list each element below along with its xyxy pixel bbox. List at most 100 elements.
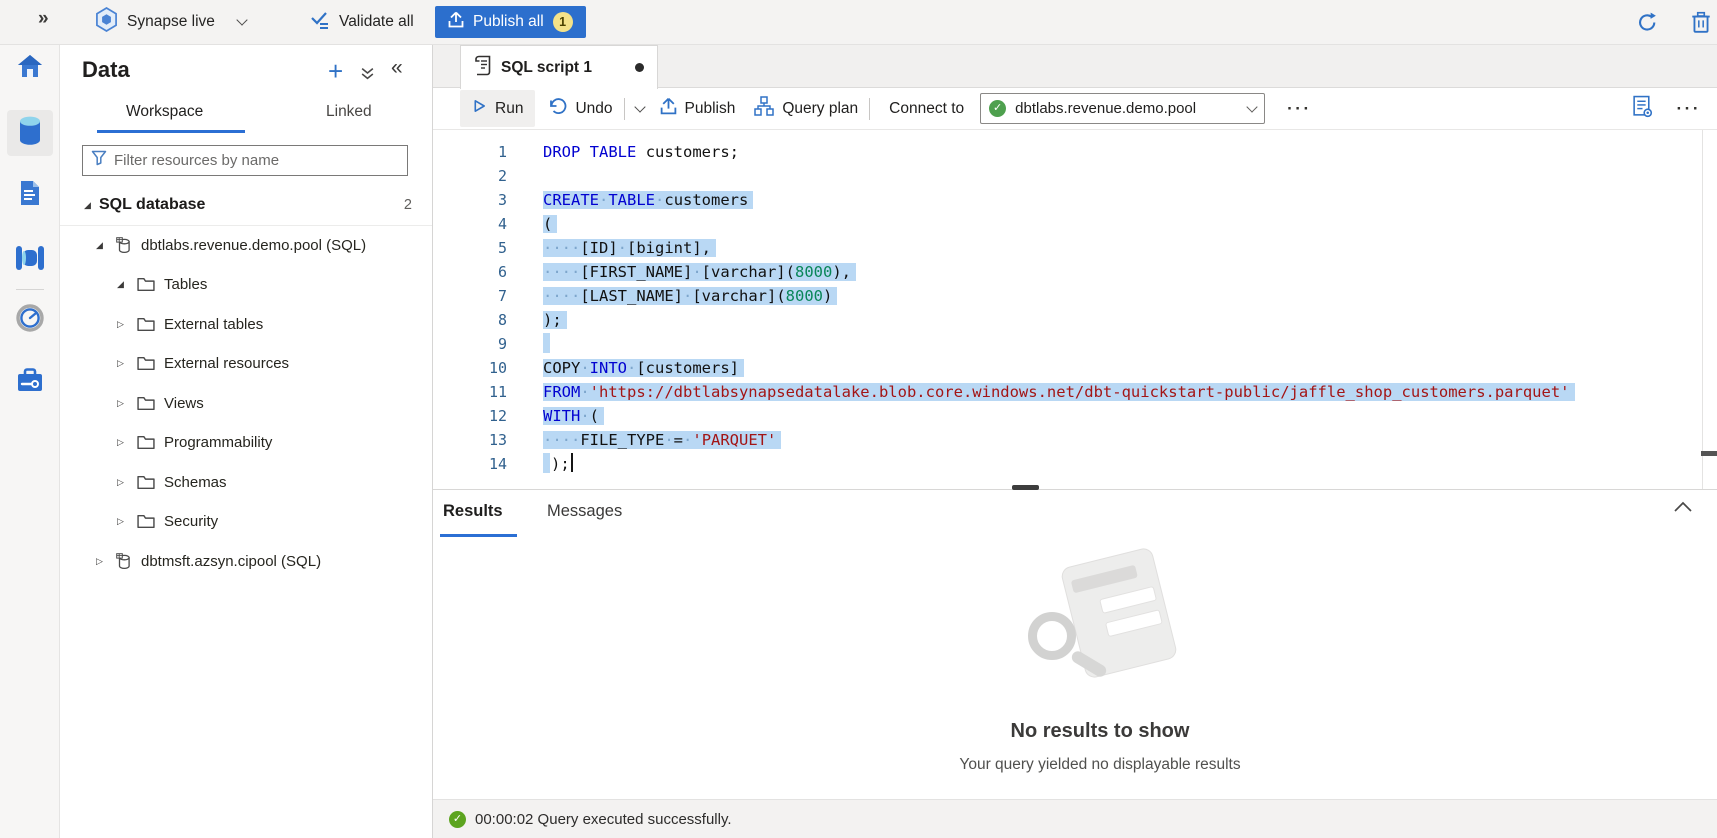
connected-check-icon: ✓ [989, 100, 1006, 117]
code-line[interactable]: 13····FILE_TYPE·=·'PARQUET' [433, 428, 1717, 452]
chevron-collapsed-icon[interactable]: ▷ [117, 437, 132, 448]
tree-item-dbtlabs-revenue-demo-pool-sql[interactable]: ◢dbtlabs.revenue.demo.pool (SQL) [60, 226, 432, 266]
upload-icon [448, 11, 464, 33]
synapse-logo-icon [95, 7, 118, 37]
tree-item-label: SQL database [99, 196, 205, 214]
tab-workspace[interactable]: Workspace [126, 103, 203, 121]
run-button[interactable]: Run [460, 90, 535, 127]
line-number: 13 [433, 428, 507, 452]
discard-all-icon[interactable] [1690, 10, 1712, 39]
nav-develop-button[interactable] [7, 172, 53, 218]
double-chevron-down-icon[interactable] [360, 66, 375, 86]
chevron-expanded-icon[interactable]: ◢ [117, 279, 132, 290]
code-line[interactable]: 3CREATE·TABLE·customers [433, 188, 1717, 212]
selected-text: ); [543, 311, 567, 329]
chevron-collapsed-icon[interactable]: ▷ [117, 477, 132, 488]
code-line[interactable]: 14); [433, 452, 1717, 476]
chevron-down-icon[interactable] [236, 14, 247, 25]
document-icon [18, 179, 42, 212]
chevron-down-icon[interactable] [634, 101, 645, 112]
code-line[interactable]: 2 [433, 164, 1717, 188]
script-properties-icon[interactable] [1632, 95, 1653, 123]
tree-item-external-tables[interactable]: ▷ External tables [60, 305, 432, 345]
tree-item-label: Security [164, 513, 218, 530]
database-icon [116, 237, 132, 254]
resource-tree: ◢SQL database2◢dbtlabs.revenue.demo.pool… [60, 186, 432, 581]
data-cylinder-icon [17, 116, 43, 151]
nav-home-button[interactable] [7, 45, 53, 91]
tree-item-external-resources[interactable]: ▷External resources [60, 344, 432, 384]
chevron-down-icon [1246, 101, 1257, 112]
tab-messages[interactable]: Messages [547, 502, 622, 521]
tree-item-views[interactable]: ▷Views [60, 384, 432, 424]
validate-all-button[interactable]: Validate all [310, 0, 414, 44]
toolbox-icon [16, 367, 44, 398]
chevron-collapsed-icon[interactable]: ▷ [117, 319, 132, 330]
expand-menu-icon[interactable]: » [38, 8, 49, 30]
collapse-results-icon[interactable] [1673, 500, 1693, 518]
tree-item-security[interactable]: ▷ Security [60, 502, 432, 542]
environment-switcher[interactable]: Synapse live [95, 0, 246, 44]
selected-text: WITH·( [543, 407, 604, 425]
run-label: Run [495, 100, 523, 118]
nav-manage-button[interactable] [7, 359, 53, 405]
active-tab-underline [440, 534, 517, 537]
nav-data-button[interactable] [7, 110, 53, 156]
filter-resources-input[interactable] [114, 152, 399, 169]
chevron-collapsed-icon[interactable]: ▷ [96, 556, 111, 567]
code-line[interactable]: 12WITH·( [433, 404, 1717, 428]
undo-button[interactable]: Undo [548, 98, 612, 120]
nav-monitor-button[interactable] [7, 297, 53, 343]
code-line[interactable]: 10COPY·INTO·[customers] [433, 356, 1717, 380]
publish-label: Publish [685, 100, 736, 118]
tree-item-dbtmsft-azsyn-cipool-sql[interactable]: ▷ dbtmsft.azsyn.cipool (SQL) [60, 542, 432, 582]
editor-more-actions-icon[interactable]: ··· [1677, 99, 1701, 119]
tab-sql-script-1[interactable]: SQL script 1 [460, 45, 658, 89]
pool-select-dropdown[interactable]: ✓ dbtlabs.revenue.demo.pool [980, 93, 1265, 124]
line-number: 2 [433, 164, 507, 188]
nav-integrate-button[interactable] [7, 237, 53, 283]
code-line[interactable]: 5····[ID]·[bigint], [433, 236, 1717, 260]
tree-item-label: External tables [164, 316, 263, 333]
editor-scrollbar[interactable] [1702, 130, 1703, 489]
sql-script-icon [474, 55, 491, 81]
code-line[interactable]: 6····[FIRST_NAME]·[varchar](8000), [433, 260, 1717, 284]
chevron-expanded-icon[interactable]: ◢ [96, 240, 111, 251]
chevron-collapsed-icon[interactable]: ▷ [117, 358, 132, 369]
chevron-collapsed-icon[interactable]: ▷ [117, 516, 132, 527]
query-plan-button[interactable]: Query plan [754, 96, 858, 121]
editor-scrollbar-thumb[interactable] [1701, 451, 1717, 456]
selected-text: FROM·'https://dbtlabsynapsedatalake.blob… [543, 383, 1575, 401]
code-line[interactable]: 9 [433, 332, 1717, 356]
publish-button[interactable]: Publish [660, 97, 736, 120]
chevron-expanded-icon[interactable]: ◢ [84, 200, 99, 211]
toolbar-more-actions-icon[interactable]: ··· [1287, 99, 1311, 119]
line-number: 6 [433, 260, 507, 284]
tab-results[interactable]: Results [443, 502, 503, 521]
code-line[interactable]: 8); [433, 308, 1717, 332]
no-results-empty-state: No results to show Your query yielded no… [845, 552, 1355, 774]
tree-item-label: Tables [164, 276, 207, 293]
code-line[interactable]: 11FROM·'https://dbtlabsynapsedatalake.bl… [433, 380, 1717, 404]
refresh-icon[interactable] [1636, 11, 1659, 39]
code-line[interactable]: 4( [433, 212, 1717, 236]
selected-text: COPY·INTO·[customers] [543, 359, 744, 377]
script-tab-title: SQL script 1 [501, 59, 592, 77]
code-line[interactable]: 1DROP TABLE customers; [433, 140, 1717, 164]
add-resource-icon[interactable]: + [328, 56, 343, 87]
collapse-panel-icon[interactable]: « [391, 56, 403, 80]
validate-all-label: Validate all [339, 13, 414, 31]
tree-item-tables[interactable]: ◢ Tables [60, 265, 432, 305]
chevron-collapsed-icon[interactable]: ▷ [117, 398, 132, 409]
tree-item-label: dbtmsft.azsyn.cipool (SQL) [141, 553, 321, 570]
code-line[interactable]: 7····[LAST_NAME]·[varchar](8000) [433, 284, 1717, 308]
tab-linked[interactable]: Linked [326, 103, 372, 121]
empty-results-title: No results to show [845, 720, 1355, 743]
selection-sliver [543, 453, 550, 473]
publish-all-button[interactable]: Publish all 1 [435, 6, 586, 38]
filter-resources-box[interactable] [82, 145, 408, 176]
tree-item-programmability[interactable]: ▷Programmability [60, 423, 432, 463]
tree-item-sql-database[interactable]: ◢SQL database2 [60, 186, 432, 226]
tree-item-schemas[interactable]: ▷Schemas [60, 463, 432, 503]
toolbar-divider [869, 98, 870, 120]
